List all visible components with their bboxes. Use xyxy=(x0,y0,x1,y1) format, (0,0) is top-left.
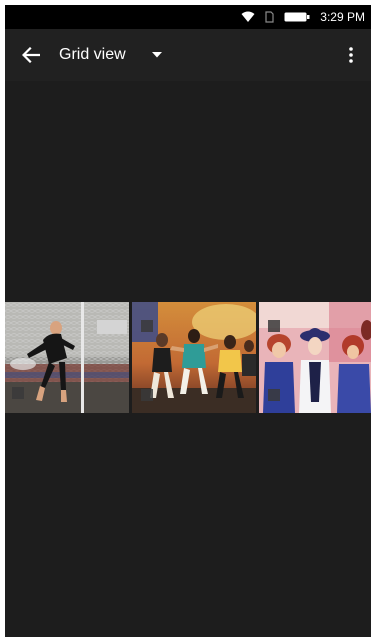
selection-box[interactable] xyxy=(12,387,24,399)
selection-box[interactable] xyxy=(141,389,153,401)
sim-icon xyxy=(265,11,274,23)
screen: 3:29 PM Grid view xyxy=(5,5,371,637)
clock: 3:29 PM xyxy=(320,10,365,24)
dropdown-caret-icon xyxy=(151,52,162,58)
battery-icon xyxy=(284,11,310,23)
soccer-goalkeeper-photo[interactable] xyxy=(5,302,129,413)
performers-pink-stage-photo[interactable] xyxy=(259,302,371,413)
back-arrow-icon xyxy=(22,47,40,63)
back-button[interactable] xyxy=(19,43,43,67)
view-mode-dropdown[interactable]: Grid view xyxy=(59,46,162,64)
photo-grid xyxy=(5,302,371,413)
app-bar: Grid view xyxy=(5,29,371,81)
wifi-icon xyxy=(241,11,255,23)
page-title: Grid view xyxy=(59,46,126,63)
selection-box[interactable] xyxy=(141,320,153,332)
more-options-button[interactable] xyxy=(341,43,361,67)
more-vert-icon xyxy=(349,47,353,63)
dancers-stage-photo[interactable] xyxy=(132,302,256,413)
status-bar: 3:29 PM xyxy=(5,5,371,29)
selection-box[interactable] xyxy=(268,389,280,401)
selection-box[interactable] xyxy=(268,320,280,332)
